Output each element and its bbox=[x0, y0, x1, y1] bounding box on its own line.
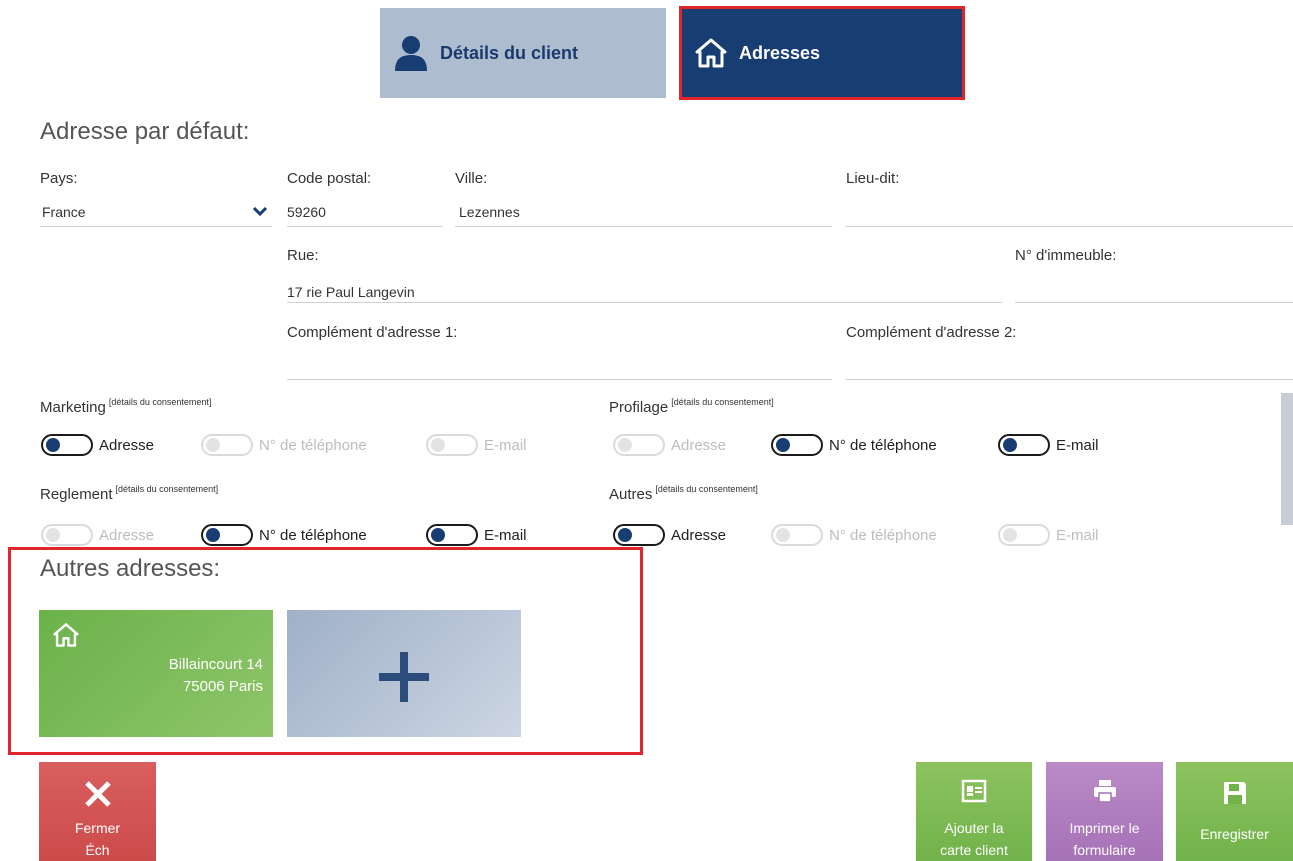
user-icon bbox=[395, 36, 427, 71]
consent-autres-heading: Autres [détails du consentement] bbox=[609, 484, 758, 503]
postal-code-label: Code postal: bbox=[287, 170, 372, 187]
toggle-marketing-address[interactable]: Adresse bbox=[41, 434, 154, 456]
toggle-label: N° de téléphone bbox=[829, 436, 937, 454]
default-address-title: Adresse par défaut: bbox=[40, 118, 250, 145]
building-number-label: N° d'immeuble: bbox=[1015, 247, 1117, 264]
toggle-label: Adresse bbox=[671, 436, 727, 454]
toggle-profilage-address[interactable]: Adresse bbox=[613, 434, 726, 456]
city-underline bbox=[455, 226, 832, 227]
street-input[interactable]: 17 rie Paul Langevin bbox=[287, 284, 987, 300]
print-form-line2: formulaire bbox=[1073, 842, 1136, 858]
consent-reglement-heading: Reglement [détails du consentement] bbox=[40, 484, 218, 503]
toggle-marketing-email[interactable]: E-mail bbox=[426, 434, 527, 456]
consent-reglement-title: Reglement bbox=[40, 486, 113, 503]
save-button-label: Enregistrer bbox=[1200, 826, 1269, 842]
tab-client-details-label: Détails du client bbox=[440, 42, 579, 63]
tab-client-details[interactable]: Détails du client bbox=[380, 8, 666, 98]
toggle-label: E-mail bbox=[1056, 436, 1099, 454]
close-button-line2: Éch bbox=[85, 842, 110, 858]
consent-profilage-details-link[interactable]: [détails du consentement] bbox=[671, 397, 774, 407]
toggle-autres-phone[interactable]: N° de téléphone bbox=[771, 524, 937, 546]
add-address-button[interactable] bbox=[287, 610, 521, 737]
tab-addresses[interactable]: Adresses bbox=[681, 8, 963, 98]
toggle-profilage-email[interactable]: E-mail bbox=[998, 434, 1099, 456]
plus-icon bbox=[379, 652, 429, 702]
locality-label: Lieu-dit: bbox=[846, 170, 900, 187]
toggle-label: Adresse bbox=[99, 526, 155, 544]
complement2-underline bbox=[846, 379, 1293, 380]
street-underline bbox=[287, 302, 1002, 303]
toggle-label: Adresse bbox=[99, 436, 155, 454]
consent-profilage-title: Profilage bbox=[609, 399, 669, 416]
city-input[interactable]: Lezennes bbox=[459, 204, 829, 220]
consents-scrollbar[interactable] bbox=[1281, 393, 1293, 525]
toggle-autres-address[interactable]: Adresse bbox=[613, 524, 726, 546]
complement1-label: Complément d'adresse 1: bbox=[287, 324, 458, 341]
toggle-label: N° de téléphone bbox=[259, 436, 367, 454]
add-client-card-line1: Ajouter la bbox=[944, 820, 1004, 836]
print-form-line1: Imprimer le bbox=[1069, 820, 1140, 836]
building-number-underline bbox=[1015, 302, 1293, 303]
toggle-label: E-mail bbox=[484, 526, 527, 544]
floppy-disk-icon bbox=[1223, 782, 1246, 804]
country-label: Pays: bbox=[40, 170, 78, 187]
building-number-input[interactable] bbox=[1015, 280, 1285, 298]
toggle-reglement-phone[interactable]: N° de téléphone bbox=[201, 524, 367, 546]
toggle-reglement-email[interactable]: E-mail bbox=[426, 524, 527, 546]
close-icon bbox=[84, 781, 111, 807]
consent-reglement-details-link[interactable]: [détails du consentement] bbox=[116, 484, 219, 494]
street-label: Rue: bbox=[287, 247, 319, 264]
close-button-line1: Fermer bbox=[74, 820, 121, 836]
toggle-marketing-phone[interactable]: N° de téléphone bbox=[201, 434, 367, 456]
printer-icon bbox=[1093, 780, 1116, 803]
consent-autres-title: Autres bbox=[609, 486, 653, 503]
toggle-label: E-mail bbox=[1056, 526, 1099, 544]
country-underline bbox=[40, 226, 272, 227]
address-tile-line2: 75006 Paris bbox=[182, 678, 263, 695]
toggle-label: N° de téléphone bbox=[259, 526, 367, 544]
add-client-card-button[interactable]: Ajouter la carte client bbox=[916, 762, 1032, 861]
consent-marketing-details-link[interactable]: [détails du consentement] bbox=[109, 397, 212, 407]
toggle-profilage-phone[interactable]: N° de téléphone bbox=[771, 434, 937, 456]
toggle-label: Adresse bbox=[671, 526, 727, 544]
complement2-label: Complément d'adresse 2: bbox=[846, 324, 1017, 341]
address-tile[interactable]: Billaincourt 14 75006 Paris bbox=[39, 610, 273, 737]
consent-marketing-title: Marketing bbox=[40, 399, 106, 416]
consent-marketing-heading: Marketing [détails du consentement] bbox=[40, 397, 211, 416]
country-value: France bbox=[42, 204, 86, 220]
complement2-input[interactable] bbox=[846, 356, 1286, 374]
save-button[interactable]: Enregistrer bbox=[1176, 762, 1293, 861]
print-form-button[interactable]: Imprimer le formulaire bbox=[1046, 762, 1163, 861]
consent-autres-details-link[interactable]: [détails du consentement] bbox=[655, 484, 758, 494]
home-icon bbox=[695, 38, 727, 68]
postal-code-input[interactable]: 59260 bbox=[287, 204, 441, 220]
address-tile-line1: Billaincourt 14 bbox=[168, 656, 263, 673]
add-client-card-line2: carte client bbox=[940, 842, 1008, 858]
toggle-label: E-mail bbox=[484, 436, 527, 454]
other-addresses-title: Autres adresses: bbox=[40, 555, 221, 582]
tab-addresses-label: Adresses bbox=[739, 42, 821, 63]
complement1-input[interactable] bbox=[287, 356, 827, 374]
toggle-label: N° de téléphone bbox=[829, 526, 937, 544]
locality-underline bbox=[846, 226, 1293, 227]
chevron-down-icon bbox=[252, 206, 268, 217]
home-icon bbox=[53, 623, 79, 647]
consent-profilage-heading: Profilage [détails du consentement] bbox=[609, 397, 774, 416]
postal-code-underline bbox=[287, 226, 442, 227]
toggle-autres-email[interactable]: E-mail bbox=[998, 524, 1099, 546]
city-label: Ville: bbox=[455, 170, 488, 187]
close-button[interactable]: Fermer Éch bbox=[39, 762, 156, 861]
id-card-icon bbox=[961, 779, 987, 803]
locality-input[interactable] bbox=[846, 204, 1286, 222]
country-select[interactable]: France bbox=[40, 200, 272, 227]
complement1-underline bbox=[287, 379, 832, 380]
toggle-reglement-address[interactable]: Adresse bbox=[41, 524, 154, 546]
